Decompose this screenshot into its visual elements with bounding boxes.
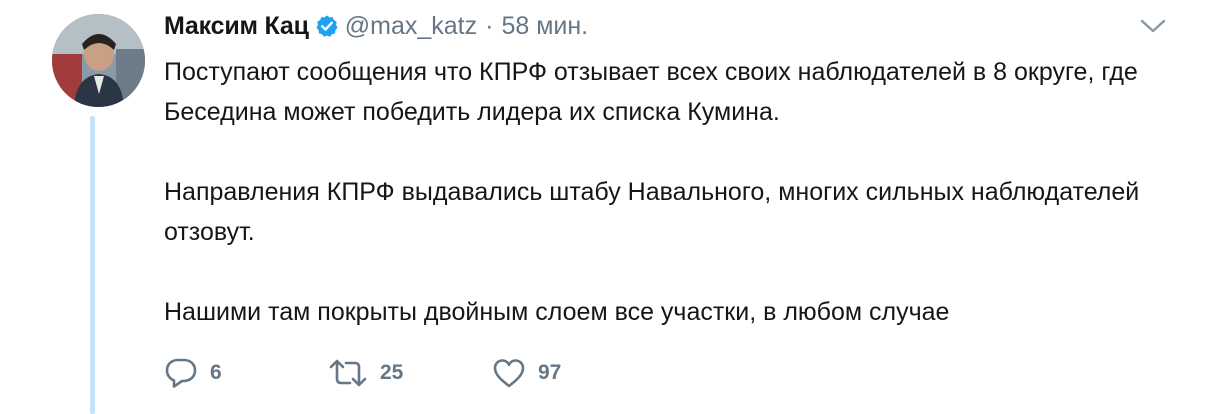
tweet: Максим Кац @max_katz · 58 мин. Поступают… [0,0,1216,414]
tweet-timestamp[interactable]: 58 мин. [501,12,588,41]
tweet-paragraph: Направления КПРФ выдавались штабу Наваль… [164,178,1140,246]
chevron-down-icon[interactable] [1139,16,1167,36]
reply-icon [164,357,198,389]
tweet-text: Поступают сообщения что КПРФ отзывает вс… [164,52,1164,372]
tweet-paragraph: Поступают сообщения что КПРФ отзывает вс… [164,58,1138,126]
avatar[interactable] [52,14,145,107]
author-name[interactable]: Максим Кац [164,12,309,41]
like-count: 97 [538,361,562,384]
author-handle[interactable]: @max_katz [345,12,477,41]
verified-badge-icon [315,14,339,38]
tweet-header: Максим Кац @max_katz · 58 мин. [164,6,588,46]
heart-icon [492,357,526,389]
reply-button[interactable]: 6 [164,357,328,389]
tweet-actions: 6 25 97 [164,353,561,393]
separator-dot: · [485,11,494,40]
thread-line [90,116,95,414]
tweet-paragraph: Нашими там покрыты двойным слоем все уча… [164,298,950,326]
retweet-count: 25 [380,361,404,384]
reply-count: 6 [210,361,222,384]
retweet-icon [328,357,368,389]
retweet-button[interactable]: 25 [328,357,492,389]
like-button[interactable]: 97 [492,357,561,389]
